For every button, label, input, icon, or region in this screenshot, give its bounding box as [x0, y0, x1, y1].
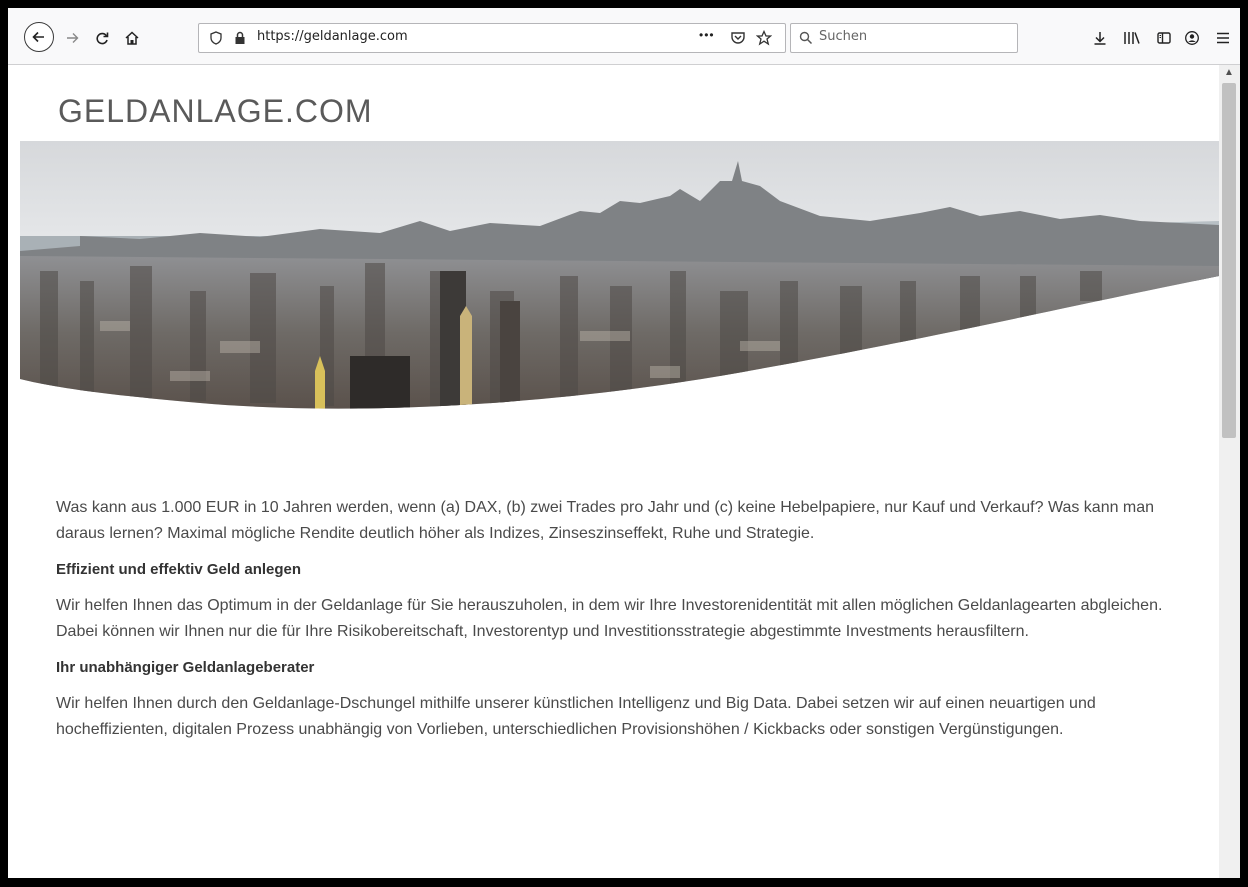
downloads-button[interactable]	[1088, 26, 1112, 50]
intro-paragraph: Was kann aus 1.000 EUR in 10 Jahren werd…	[56, 499, 1155, 542]
browser-toolbar: https://geldanlage.com ••• Suchen	[8, 8, 1240, 65]
paragraph-advisor: Wir helfen Ihnen durch den Geldanlage-Ds…	[56, 695, 1096, 738]
library-button[interactable]	[1120, 26, 1144, 50]
arrow-right-icon	[67, 33, 79, 43]
hamburger-menu-icon	[1217, 32, 1229, 44]
home-button[interactable]	[120, 26, 144, 50]
search-icon	[797, 29, 815, 47]
menu-button[interactable]	[1211, 26, 1235, 50]
section-heading-efficient: Effizient und effektiv Geld anlegen	[56, 561, 302, 578]
reload-button[interactable]	[90, 26, 114, 50]
download-icon	[1094, 32, 1106, 45]
home-icon	[125, 31, 139, 45]
arrow-left-icon	[32, 31, 44, 43]
sidebar-button[interactable]	[1152, 26, 1176, 50]
vertical-scrollbar[interactable]: ▲	[1219, 65, 1240, 878]
pocket-icon[interactable]	[729, 29, 747, 47]
site-title[interactable]: GELDANLAGE.COM	[58, 93, 373, 130]
back-button[interactable]	[24, 22, 54, 52]
library-icon	[1124, 32, 1140, 44]
search-bar[interactable]: Suchen	[790, 23, 1018, 53]
sidebar-icon	[1157, 32, 1171, 44]
url-text[interactable]: https://geldanlage.com	[257, 29, 408, 44]
web-page: GELDANLAGE.COM Was kann aus 1.000 EUR in…	[8, 65, 1219, 878]
shield-icon[interactable]	[207, 29, 225, 47]
forward-button[interactable]	[60, 26, 84, 50]
browser-window: https://geldanlage.com ••• Suchen GELDAN…	[8, 8, 1240, 878]
search-placeholder[interactable]: Suchen	[819, 29, 867, 44]
scroll-thumb[interactable]	[1222, 83, 1236, 438]
url-bar[interactable]: https://geldanlage.com •••	[198, 23, 786, 53]
scroll-up-arrow-icon[interactable]: ▲	[1224, 67, 1234, 78]
hero-skyline-image	[20, 141, 1219, 409]
page-actions-menu-button[interactable]: •••	[699, 28, 715, 42]
star-bookmark-icon[interactable]	[755, 29, 773, 47]
paragraph-efficient: Wir helfen Ihnen das Optimum in der Geld…	[56, 597, 1163, 640]
reload-icon	[96, 32, 109, 45]
main-content: Was kann aus 1.000 EUR in 10 Jahren werd…	[56, 495, 1196, 755]
lock-icon[interactable]	[231, 29, 249, 47]
account-icon	[1185, 31, 1199, 45]
account-button[interactable]	[1180, 26, 1204, 50]
section-heading-advisor: Ihr unabhängiger Geldanlageberater	[56, 659, 315, 676]
